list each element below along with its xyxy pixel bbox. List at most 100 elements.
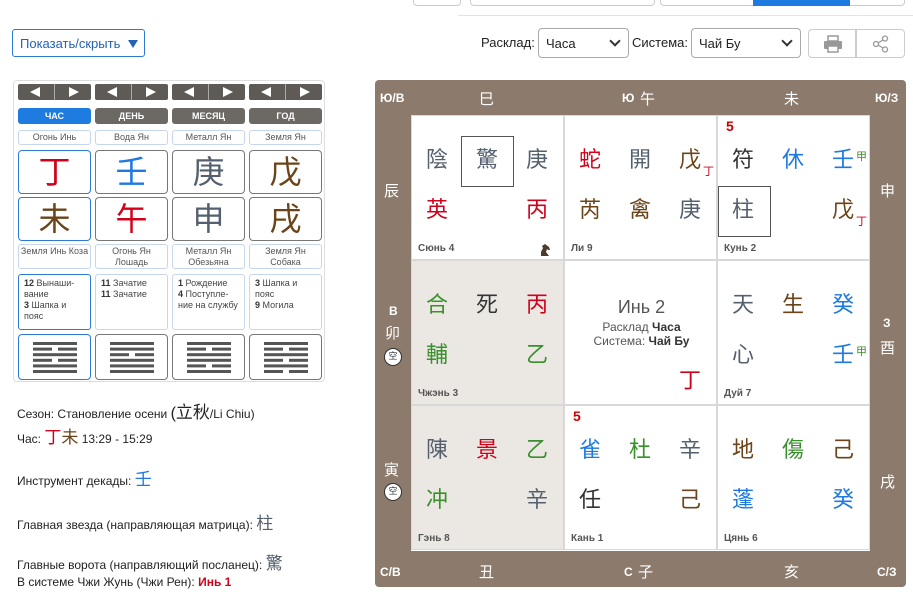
arrow-left-icon[interactable] [30,87,40,97]
top-input[interactable] [470,0,655,6]
door: 傷 [782,438,805,463]
stage-num: 11 [101,278,111,288]
show-hide-label: Показать/скрыть [20,36,121,51]
hidden-stem: 甲 [856,150,867,163]
pillar-stem[interactable]: 壬 [95,150,168,194]
star-2: 禽 [629,198,652,223]
hexagram-icon [33,342,77,373]
arrow-right-icon[interactable] [69,87,79,97]
caret-down-icon [128,40,138,48]
share-button[interactable] [856,29,905,58]
star: 芮 [579,198,602,223]
top-tab-active[interactable] [753,0,850,6]
pillar-stages: 11 Зачатие 11 Зачатие [95,274,168,330]
stage-text: Могила [262,300,294,310]
pillar-branch[interactable]: 午 [95,197,168,241]
palace-li-9[interactable]: 蛇 開 戊 丁 芮 禽 庚 Ли 9 [564,115,717,260]
pillar-header[interactable]: МЕСЯЦ [172,108,245,124]
pillar-branch[interactable]: 未 [18,197,91,241]
arrow-left-icon[interactable] [184,87,194,97]
palace-kun-2[interactable]: 5 符 休 壬 甲 柱 戊 丁 Кунь 2 [717,115,870,260]
heaven-stem: 己 [832,438,855,463]
divider [458,15,913,16]
pillar-stem[interactable]: 丁 [18,150,91,194]
door: 生 [782,293,805,318]
palace-xun-4[interactable]: 陰 驚 庚 英 丙 Сюнь 4 [411,115,564,260]
hidden-stem: 丁 [703,165,714,178]
star-label: Главная звезда (направляющая матрица): [17,518,253,532]
left-mid-branch: 卯 [385,324,401,342]
palace-center[interactable]: Инь 2 Расклад Часа Система: Чай Бу 丁 [564,260,717,405]
right-mid-branch: 酉 [880,339,896,357]
top-tabs[interactable] [660,0,905,6]
horse-icon [541,244,550,256]
star-line: Главная звезда (направляющая матрица): 柱 [17,509,273,534]
star: 柱 [732,198,755,223]
palace-gen-8[interactable]: 陳 景 乙 冲 辛 Гэнь 8 [411,405,564,550]
pillar-element: Огонь Инь [18,130,91,145]
arrow-left-icon[interactable] [107,87,117,97]
pillar-element: Земля Ян [249,130,322,145]
deity: 合 [426,293,449,318]
deity: 陰 [426,148,449,173]
layout-select[interactable]: Часа [538,28,629,58]
stage-num: 9 [255,300,261,310]
palace-name: Сюнь 4 [418,243,455,254]
pillar-header[interactable]: ЧАС [18,108,91,124]
season-translit: /Li Chiu) [209,407,255,421]
arrow-right-icon[interactable] [223,87,233,97]
stage-text: Шапка и пояс [24,300,67,321]
arrow-right-icon[interactable] [146,87,156,97]
pillar-stem[interactable]: 戊 [249,150,322,194]
earth-stem: 丙 [526,198,549,223]
arrow-left-icon[interactable] [261,87,271,97]
deity: 雀 [579,438,602,463]
chevron-down-icon [609,35,621,47]
corner-se: Ю/В [380,91,405,105]
pillar-branch[interactable]: 申 [172,197,245,241]
system-select[interactable]: Чай Бу [691,28,801,58]
earth-stem: 庚 [679,198,702,223]
earth-stem: 乙 [526,343,549,368]
stage-num: 11 [101,289,111,299]
empty-marker: 空 [384,483,402,501]
show-hide-button[interactable]: Показать/скрыть [12,29,145,57]
palace-kan-1[interactable]: 5 雀 杜 辛 任 己 Кань 1 [564,405,717,550]
palace-dui-7[interactable]: 天 生 癸 心 壬 甲 Дуй 7 [717,260,870,405]
star: 蓬 [732,488,755,513]
hexagram[interactable] [249,334,322,380]
print-button[interactable] [808,29,856,58]
top-button[interactable] [413,0,461,6]
hexagram[interactable] [95,334,168,380]
pillar-header[interactable]: ГОД [249,108,322,124]
hexagram[interactable] [172,334,245,380]
right-bot-branch: 戌 [880,473,896,491]
left-dir-label: В [389,304,398,318]
palace-name: Дуй 7 [724,388,752,399]
pillar-header[interactable]: ДЕНЬ [95,108,168,124]
deity: 地 [732,438,755,463]
top-left-branch: 巳 [479,90,495,108]
pillar-stem[interactable]: 庚 [172,150,245,194]
palace-qian-6[interactable]: 地 傷 己 蓬 癸 Цянь 6 [717,405,870,550]
hour-label: Час: [17,432,42,446]
share-icon [872,35,889,53]
pillar-element: Металл Ян [172,130,245,145]
right-top-branch: 申 [880,182,896,200]
star: 輔 [426,343,449,368]
stage-text: Рождение [185,278,228,288]
zhi-label: В системе Чжи Жунь (Чжи Рен): [17,575,195,589]
bottom-right-branch: 亥 [784,563,800,581]
corner-sw: Ю/З [875,91,899,105]
heaven-stem: 庚 [526,148,549,173]
arrow-right-icon[interactable] [300,87,310,97]
stage-text: Поступле-ние на службу [178,289,238,310]
pillar-branch[interactable]: 戌 [249,197,322,241]
bottom-left-branch: 丑 [479,563,495,581]
hexagram-icon [187,342,231,373]
heaven-stem: 丙 [526,293,549,318]
palace-zhen-3[interactable]: 合 死 丙 輔 乙 Чжэнь 3 [411,260,564,405]
palace-name: Чжэнь 3 [418,388,459,399]
star: 英 [426,198,449,223]
hexagram[interactable] [18,334,91,380]
